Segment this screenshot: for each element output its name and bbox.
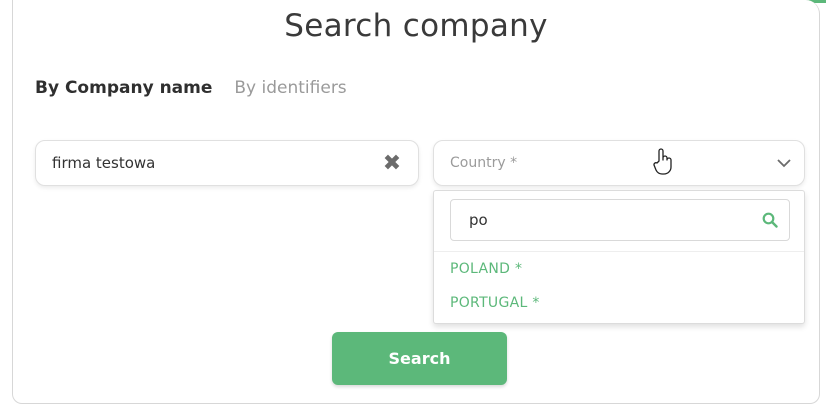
tab-by-company-name[interactable]: By Company name xyxy=(35,78,212,98)
page-title: Search company xyxy=(284,8,548,44)
clear-icon[interactable]: ✖ xyxy=(378,149,406,177)
country-placeholder: Country * xyxy=(450,155,518,171)
search-button[interactable]: Search xyxy=(332,332,507,385)
tab-by-identifiers[interactable]: By identifiers xyxy=(234,78,346,98)
company-name-value[interactable]: firma testowa xyxy=(36,154,378,172)
company-name-input[interactable]: firma testowa ✖ xyxy=(35,140,419,186)
search-icon[interactable] xyxy=(751,212,789,228)
country-search-value[interactable]: po xyxy=(451,211,751,229)
country-dropdown: po POLAND * PORTUGAL * xyxy=(433,190,805,324)
option-portugal[interactable]: PORTUGAL * xyxy=(450,295,540,311)
option-poland[interactable]: POLAND * xyxy=(450,261,522,277)
search-mode-tabs: By Company name By identifiers xyxy=(35,78,347,98)
country-search-input[interactable]: po xyxy=(450,199,790,241)
chevron-down-icon[interactable] xyxy=(764,158,804,168)
dropdown-divider xyxy=(434,251,804,252)
country-select[interactable]: Country * xyxy=(433,140,805,186)
hand-cursor-icon xyxy=(652,148,674,180)
